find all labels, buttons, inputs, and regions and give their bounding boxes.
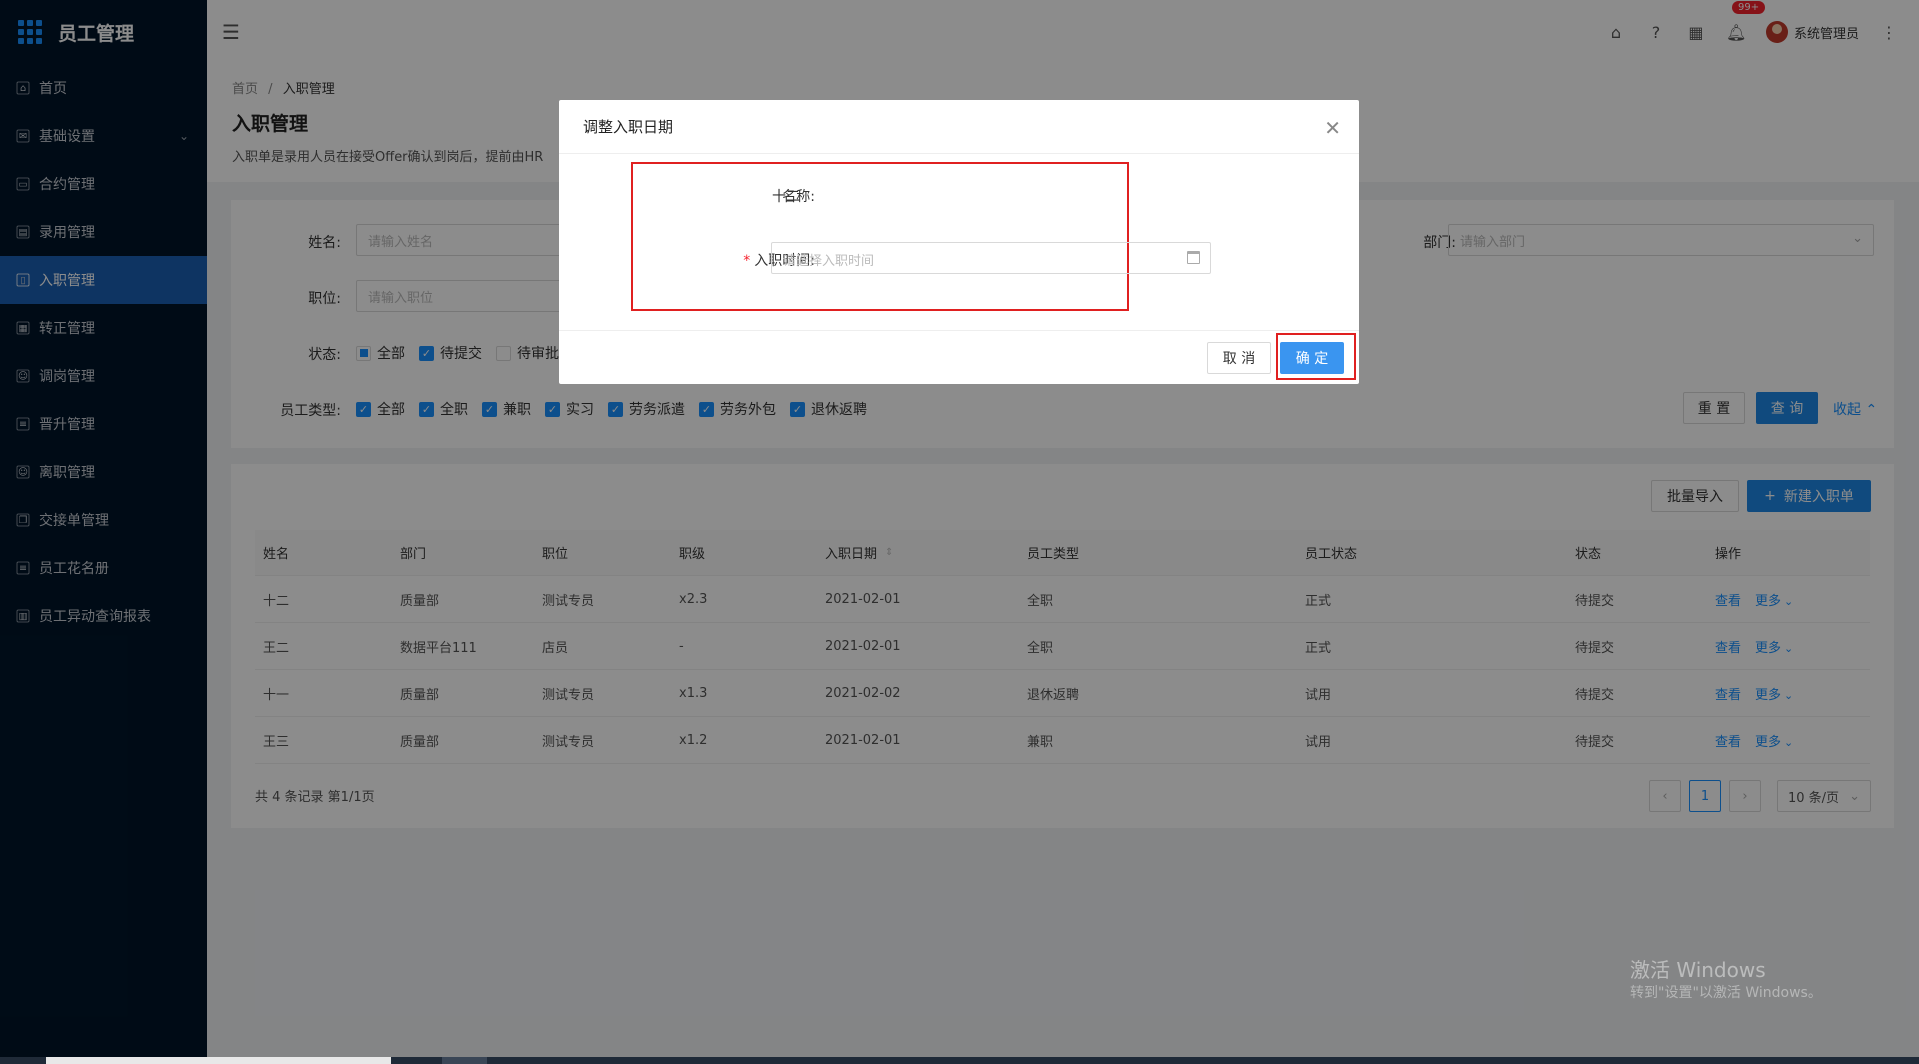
modal-name-value: 十二: [772, 189, 800, 205]
modal-title: 调整入职日期: [559, 100, 1359, 154]
highlight-form-box: [631, 162, 1129, 311]
cancel-button[interactable]: 取 消: [1207, 342, 1271, 374]
date-placeholder: 请选择入职时间: [783, 254, 875, 269]
required-mark: *: [743, 253, 751, 269]
close-icon[interactable]: ✕: [1324, 116, 1341, 140]
windows-activation-hint: 转到"设置"以激活 Windows。: [1630, 985, 1822, 1001]
calendar-icon: [1187, 251, 1200, 264]
taskbar-search-box[interactable]: [46, 1057, 391, 1064]
adjust-date-modal: 调整入职日期 ✕ 名称: 十二 * 入职时间: 请选择入职时间 取 消 确 定: [559, 100, 1359, 384]
modal-footer: 取 消 确 定: [559, 330, 1359, 384]
taskbar: [0, 1057, 1919, 1064]
windows-activation-title: 激活 Windows: [1630, 958, 1766, 982]
entry-date-picker[interactable]: 请选择入职时间: [771, 242, 1211, 274]
taskbar-app[interactable]: [442, 1057, 487, 1064]
ok-button[interactable]: 确 定: [1280, 342, 1344, 374]
